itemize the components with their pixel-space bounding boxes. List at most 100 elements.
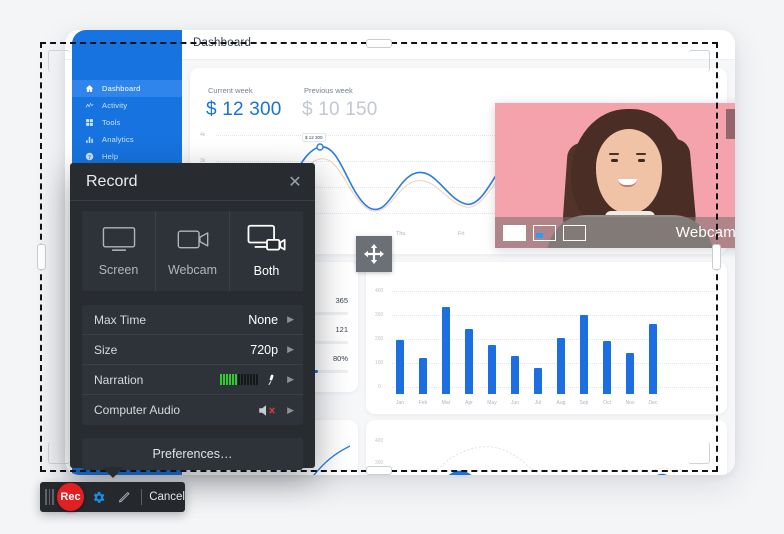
bar-x-tick: Apr xyxy=(465,400,473,406)
bar-x-tick: Jun xyxy=(510,400,520,406)
area-y-tick: 400 xyxy=(375,438,384,444)
outline-layout-button[interactable] xyxy=(563,224,586,241)
gear-icon[interactable] xyxy=(88,490,110,505)
bar xyxy=(511,356,519,394)
pencil-icon[interactable] xyxy=(114,490,136,505)
cancel-button[interactable]: Cancel xyxy=(149,491,185,503)
option-max-time[interactable]: Max Time None ▶ xyxy=(82,305,303,335)
sidebar-item-label: Tools xyxy=(102,118,121,127)
line-chart-tooltip: $ 12 300 xyxy=(302,133,326,142)
record-mode-label: Screen xyxy=(98,263,139,277)
bar-y-tick: 0 xyxy=(378,384,381,390)
webcam-person xyxy=(638,159,645,162)
bar xyxy=(603,341,611,394)
sidebar-item-label: Activity xyxy=(102,101,128,110)
line-y-tick: 4k xyxy=(200,132,206,138)
chevron-right-icon: ▶ xyxy=(287,314,294,324)
home-icon xyxy=(84,83,95,94)
move-arrows-icon xyxy=(364,244,384,264)
microphone-icon xyxy=(265,373,278,387)
bar-x-tick: Jan xyxy=(395,400,405,406)
record-mode-label: Webcam xyxy=(167,263,218,277)
record-mode-webcam[interactable]: Webcam xyxy=(156,211,230,291)
record-mode-label: Both xyxy=(253,264,280,278)
option-computer-audio[interactable]: Computer Audio ▶ xyxy=(82,395,303,425)
bar-x-tick: Oct xyxy=(603,400,611,406)
record-mode-selector: Screen Webcam Both xyxy=(82,211,303,291)
record-dialog-header: Record ✕ xyxy=(70,163,315,201)
record-mode-screen[interactable]: Screen xyxy=(82,211,156,291)
magic-wand-icon xyxy=(734,129,735,131)
chevron-right-icon: ▶ xyxy=(287,374,294,384)
drag-grip-icon[interactable] xyxy=(45,489,54,505)
line-x-tick: Fri xyxy=(458,231,465,237)
screenshot-root: Dashboard Dashboard Activity Tools Analy… xyxy=(0,0,784,534)
pip-indicator xyxy=(535,233,543,238)
kpi-current-label: Current week xyxy=(208,86,253,95)
record-options-list: Max Time None ▶ Size 720p ▶ Narration ▶ … xyxy=(82,305,303,425)
bar xyxy=(442,307,450,394)
resize-handle-left[interactable] xyxy=(37,244,46,270)
preferences-label: Preferences… xyxy=(152,447,233,461)
webcam-preview-overlay[interactable]: Webcam ▼ xyxy=(495,103,735,248)
bar-y-tick: 300 xyxy=(375,312,384,318)
narration-level-meter xyxy=(220,374,259,385)
sidebar-item-label: Help xyxy=(102,152,119,161)
bar xyxy=(649,324,657,394)
bar-chart-icon xyxy=(84,134,95,145)
option-size[interactable]: Size 720p ▶ xyxy=(82,335,303,365)
bar-chart-card: 400 300 200 100 0 Jan Feb Mar Apr May Ju… xyxy=(366,262,727,414)
magic-wand-button[interactable] xyxy=(726,109,735,139)
bar-x-tick: Sep xyxy=(579,400,589,406)
webcam-person xyxy=(611,159,618,162)
move-handle[interactable] xyxy=(356,236,392,272)
kpi-current-value: $ 12 300 xyxy=(206,99,282,120)
sidebar-item-activity[interactable]: Activity xyxy=(72,97,182,114)
tab-dashboard[interactable]: Dashboard xyxy=(193,37,251,49)
bar-x-tick: Nov xyxy=(625,400,635,406)
record-button[interactable]: Rec xyxy=(56,483,85,511)
area-chart-card: 400 300 200 100 xyxy=(366,420,727,475)
stat-value: 365 xyxy=(335,296,348,305)
bar-x-tick: May xyxy=(487,400,497,406)
record-dialog-title: Record xyxy=(86,173,138,190)
bar-x-tick: Feb xyxy=(418,400,428,406)
record-mode-both[interactable]: Both xyxy=(230,211,303,291)
fullscreen-layout-button[interactable] xyxy=(503,224,526,241)
option-label: Computer Audio xyxy=(94,403,181,417)
webcam-person-face xyxy=(596,129,662,213)
gridline xyxy=(392,291,717,292)
bar xyxy=(557,338,565,394)
bar-x-tick: Jul xyxy=(534,400,542,406)
speaker-mute-icon xyxy=(257,403,278,418)
chevron-right-icon: ▶ xyxy=(287,344,294,354)
stat-value: 80% xyxy=(332,354,348,363)
record-dialog: Record ✕ Screen Webcam Both Max Time Non… xyxy=(70,163,315,478)
sidebar-item-tools[interactable]: Tools xyxy=(72,114,182,131)
kpi-previous-value: $ 10 150 xyxy=(302,99,378,120)
webcam-person xyxy=(636,153,646,155)
picture-in-picture-layout-button[interactable] xyxy=(533,224,556,241)
sidebar-item-analytics[interactable]: Analytics xyxy=(72,131,182,148)
option-narration[interactable]: Narration ▶ xyxy=(82,365,303,395)
bar-y-tick: 100 xyxy=(375,360,384,366)
gridline xyxy=(392,315,717,316)
close-icon[interactable]: ✕ xyxy=(286,173,304,191)
toolbar-divider xyxy=(141,489,143,505)
dialog-pointer-arrow xyxy=(102,467,124,478)
sidebar-item-dashboard[interactable]: Dashboard xyxy=(72,80,182,97)
bar-x-tick: Mar xyxy=(441,400,451,406)
option-label: Size xyxy=(94,342,118,357)
bar-x-tick: Dec xyxy=(648,400,658,406)
option-value: None xyxy=(248,312,279,327)
webcam-source-selector[interactable]: Webcam ▼ xyxy=(676,224,735,241)
webcam-controls-bar: Webcam ▼ xyxy=(495,217,735,248)
record-button-label: Rec xyxy=(60,491,81,503)
bar xyxy=(534,368,542,394)
recording-toolbar: Rec Cancel xyxy=(40,482,185,512)
kpi-previous-label: Previous week xyxy=(304,86,353,95)
webcam-source-label: Webcam xyxy=(675,224,735,241)
option-value: 720p xyxy=(250,342,279,357)
line-x-tick: Thu xyxy=(396,231,406,237)
preferences-button[interactable]: Preferences… xyxy=(82,438,303,470)
